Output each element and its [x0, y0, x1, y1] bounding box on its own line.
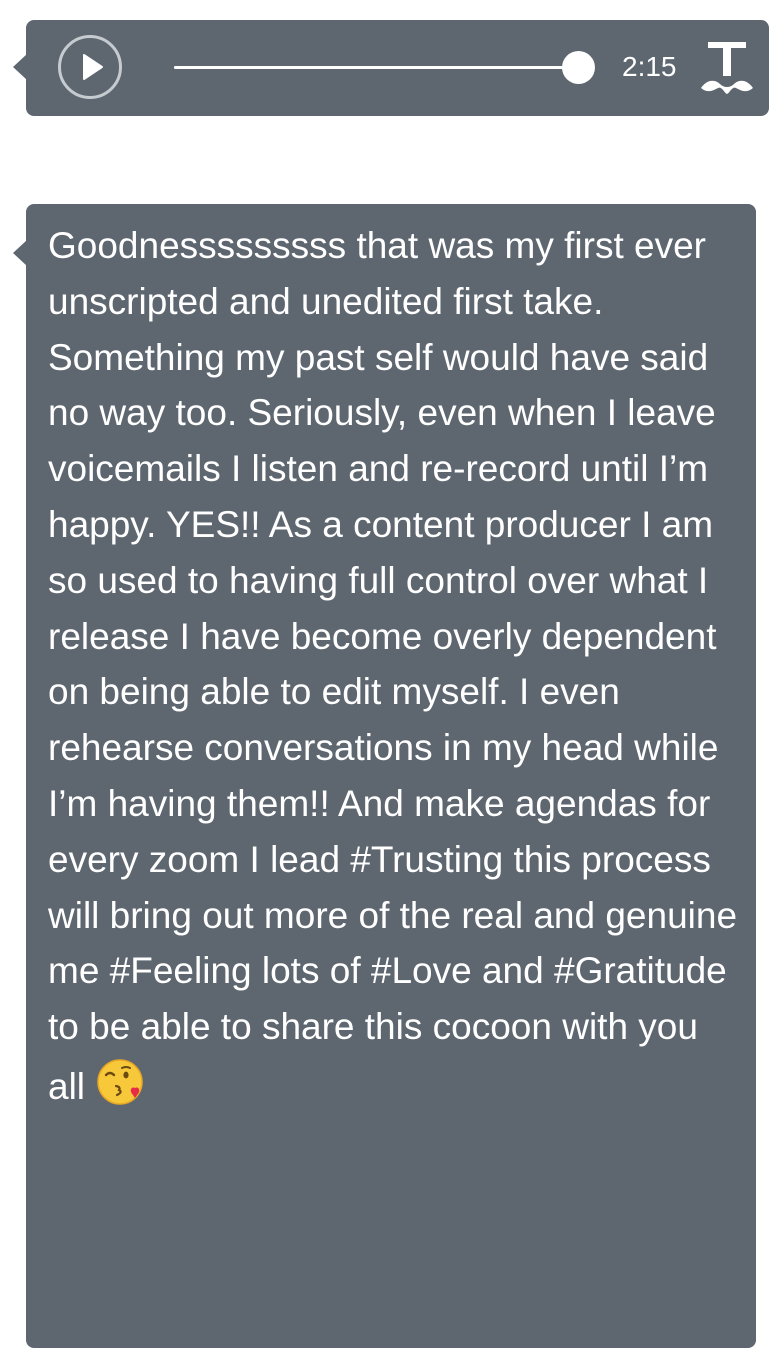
face-blowing-a-kiss-emoji: [95, 1055, 147, 1107]
post-text-content: Goodnesssssssss that was my first ever u…: [48, 225, 748, 1107]
text-message-bubble: Goodnesssssssss that was my first ever u…: [13, 204, 756, 1348]
audio-scrubber-handle[interactable]: [562, 51, 595, 84]
bubble-tail: [13, 54, 27, 80]
audio-message-bubble: 2:15: [13, 20, 769, 116]
play-icon: [83, 54, 103, 80]
audio-progress-track[interactable]: [174, 51, 595, 84]
audio-duration: 2:15: [622, 51, 677, 82]
post-body-text: Goodnesssssssss that was my first ever u…: [48, 218, 740, 1115]
bubble-tail: [13, 240, 27, 266]
audio-progress-fill: [174, 66, 578, 69]
play-button[interactable]: [58, 35, 122, 99]
tumblr-t-icon[interactable]: [698, 38, 756, 98]
